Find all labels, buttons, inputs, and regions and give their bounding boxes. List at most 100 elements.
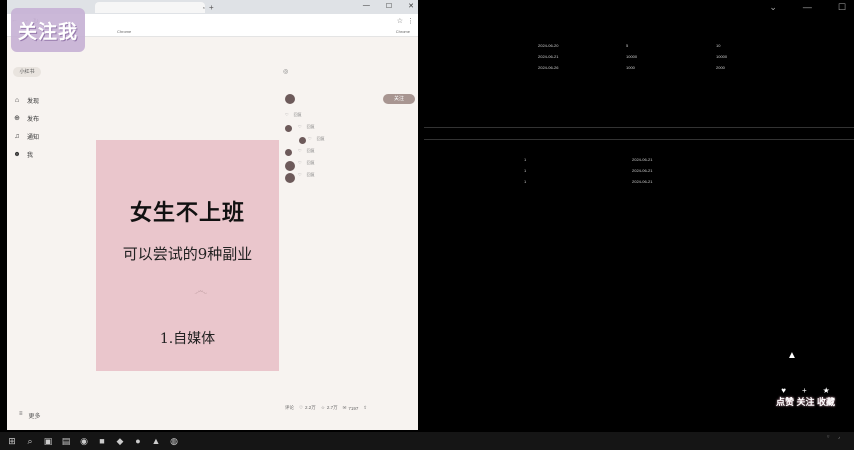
comment: ♡ 回复 bbox=[285, 160, 415, 171]
system-tray: ⌔ ♪ bbox=[818, 434, 848, 440]
app-icon[interactable]: ▲ bbox=[150, 435, 162, 447]
network-icon[interactable]: ⌔ bbox=[826, 434, 830, 440]
collect-button[interactable]: ☆ 2.7万 bbox=[321, 405, 338, 411]
more-menu[interactable]: ≡ 更多 bbox=[19, 411, 41, 420]
bell-icon: ♫ bbox=[14, 132, 20, 140]
comment: ♡ 回复 bbox=[285, 124, 415, 132]
sidebar-item-label: 通知 bbox=[27, 134, 40, 141]
user-icon: ☻ bbox=[13, 150, 21, 158]
app-icon[interactable]: ◍ bbox=[168, 435, 180, 447]
table-row: 2024-06-26 1000 2000 bbox=[538, 65, 725, 70]
note-title: 女生不上班 bbox=[129, 200, 245, 226]
site-logo[interactable]: 小红书 bbox=[13, 67, 41, 77]
avatar[interactable] bbox=[299, 137, 306, 144]
watermark-logo: 关注我 bbox=[11, 8, 85, 52]
comment-actions: ♡ 回复 bbox=[285, 112, 415, 118]
plus-icon: ⊕ bbox=[14, 115, 20, 122]
spreadsheet-window-controls[interactable]: ⌄ — ☐ bbox=[769, 2, 846, 13]
avatar[interactable] bbox=[285, 94, 295, 104]
sidebar: ⌂ 发现 ⊕ 发布 ♫ 通知 ☻ 我 bbox=[13, 91, 39, 163]
plus-icon: + bbox=[801, 386, 807, 395]
reply-link[interactable]: 回复 bbox=[307, 172, 315, 178]
reply-link[interactable]: 回复 bbox=[307, 160, 315, 166]
info-bar-right[interactable]: Chrome bbox=[396, 29, 410, 34]
collapse-icon[interactable]: ⌄ bbox=[769, 2, 777, 13]
spreadsheet-table-bottom: 1 2024-06-21 1 2024-06-21 1 2024-06-21 bbox=[424, 154, 838, 187]
comment-actions: ♡ 回复 bbox=[298, 148, 415, 154]
browser-window: × + — ☐ ✕ ← → ↻ ☆ ⋮ Chrome Chrome 小红书 ◎ … bbox=[7, 0, 418, 430]
note-item: 1.自媒体 bbox=[159, 331, 216, 347]
table-row: 2024-06-21 10000 10000 bbox=[538, 54, 728, 59]
camera-icon[interactable]: ◎ bbox=[283, 68, 288, 75]
avatar[interactable] bbox=[285, 149, 292, 156]
home-icon: ⌂ bbox=[14, 96, 20, 104]
close-icon[interactable]: × bbox=[203, 5, 205, 10]
note-subtitle: 可以尝试的9种副业 bbox=[122, 245, 253, 263]
sidebar-item-discover[interactable]: ⌂ 发现 bbox=[13, 91, 39, 109]
app-icon[interactable]: ▤ bbox=[60, 435, 72, 447]
sidebar-item-label: 发现 bbox=[27, 98, 40, 105]
comment-actions: ♡ 回复 bbox=[298, 172, 415, 178]
comments-button[interactable]: ✉ 7197 bbox=[343, 405, 359, 411]
sidebar-item-me[interactable]: ☻ 我 bbox=[13, 145, 39, 163]
star-icon: ☆ bbox=[320, 405, 325, 410]
like-icon[interactable]: ♡ bbox=[298, 148, 302, 154]
star-icon[interactable]: ☆ bbox=[397, 17, 403, 25]
app-icon[interactable]: ◆ bbox=[114, 435, 126, 447]
star-icon: ★ bbox=[822, 386, 830, 395]
heart-icon: ♥ bbox=[781, 386, 786, 395]
info-bar-text: Chrome bbox=[117, 29, 132, 34]
app-icon[interactable]: ◉ bbox=[78, 435, 90, 447]
minimize-icon[interactable]: — bbox=[803, 2, 812, 13]
start-icon[interactable]: ⊞ bbox=[6, 435, 18, 447]
menu-icon[interactable]: ⋮ bbox=[407, 17, 414, 25]
avatar[interactable] bbox=[285, 161, 295, 171]
avatar[interactable] bbox=[285, 125, 292, 132]
comment-reply: ♡ 回复 bbox=[299, 136, 415, 144]
search-icon[interactable]: ⌕ bbox=[24, 435, 36, 447]
table-row: 1 2024-06-21 bbox=[524, 157, 653, 162]
comment: ♡ 回复 bbox=[285, 172, 415, 183]
reply-link[interactable]: 回复 bbox=[294, 112, 302, 118]
maximize-icon[interactable]: ☐ bbox=[838, 2, 846, 13]
divider bbox=[424, 127, 854, 128]
share-icon[interactable]: ⇪ bbox=[363, 405, 367, 411]
new-tab-icon[interactable]: + bbox=[209, 3, 214, 12]
table-row: 1 2024-06-21 bbox=[524, 168, 653, 173]
avatar[interactable] bbox=[285, 173, 295, 183]
close-window-icon[interactable]: ✕ bbox=[408, 2, 414, 10]
app-icon[interactable]: ● bbox=[132, 435, 144, 447]
doodle-icon: ෴ bbox=[194, 282, 208, 298]
like-icon[interactable]: ♡ bbox=[285, 112, 289, 118]
app-icon[interactable]: ■ bbox=[96, 435, 108, 447]
comment-input[interactable]: 评论 bbox=[285, 405, 294, 411]
hamburger-icon: ≡ bbox=[19, 411, 23, 417]
spreadsheet-table-top: 2024-06-20 5 10 2024-06-21 10000 10000 2… bbox=[424, 40, 842, 73]
reply-link[interactable]: 回复 bbox=[307, 148, 315, 154]
reply-link[interactable]: 回复 bbox=[307, 124, 315, 130]
sidebar-item-notifications[interactable]: ♫ 通知 bbox=[13, 127, 39, 145]
task-view-icon[interactable]: ▣ bbox=[42, 435, 54, 447]
reply-link[interactable]: 回复 bbox=[317, 136, 325, 142]
sidebar-item-publish[interactable]: ⊕ 发布 bbox=[13, 109, 39, 127]
like-icon[interactable]: ♡ bbox=[308, 136, 312, 142]
table-row: 2024-06-20 5 10 bbox=[538, 43, 721, 48]
engagement-bar: 评论 ♡ 2.2万 ☆ 2.7万 ✉ 7197 ⇪ bbox=[285, 403, 415, 413]
author-row: 关注 bbox=[285, 92, 415, 106]
comment-actions: ♡ 回复 bbox=[298, 160, 415, 166]
follow-button[interactable]: 关注 bbox=[383, 94, 415, 104]
more-label: 更多 bbox=[28, 414, 41, 420]
like-button[interactable]: ♡ 2.2万 bbox=[299, 405, 316, 411]
browser-tab[interactable]: × bbox=[95, 1, 205, 13]
cta-icons: ♥ + ★ bbox=[781, 386, 830, 395]
sidebar-item-label: 我 bbox=[27, 152, 34, 159]
like-icon[interactable]: ♡ bbox=[298, 160, 302, 166]
maximize-icon[interactable]: ☐ bbox=[386, 2, 392, 10]
like-icon[interactable]: ♡ bbox=[298, 172, 302, 178]
like-icon[interactable]: ♡ bbox=[298, 124, 302, 130]
note-image[interactable]: 女生不上班 可以尝试的9种副业 ෴ 1.自媒体 bbox=[96, 140, 279, 371]
comment-actions: ♡ 回复 bbox=[308, 136, 415, 142]
volume-icon[interactable]: ♪ bbox=[838, 435, 840, 440]
comment: ♡ 回复 bbox=[285, 148, 415, 156]
minimize-icon[interactable]: — bbox=[363, 2, 370, 10]
